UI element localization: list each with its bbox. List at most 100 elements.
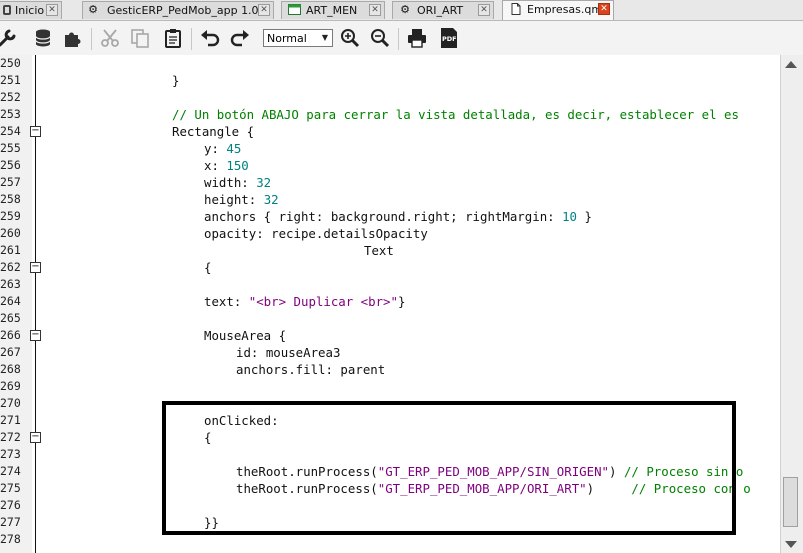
line-number: 272 [0, 430, 21, 444]
paste-icon[interactable] [161, 26, 185, 50]
code-line-258: height: 32 [204, 191, 279, 208]
code-token: text: [204, 294, 249, 309]
tab-gesticerp[interactable]: ⚙ GesticERP_PedMob_app 1.0 ✕ [82, 1, 274, 19]
line-number: 265 [0, 311, 21, 325]
line-number: 267 [0, 345, 21, 359]
code-number: 32 [263, 192, 279, 207]
tab-ori-art[interactable]: ⚙ ORI_ART ✕ [392, 1, 494, 19]
code-token: anchors { right: background.right; right… [204, 209, 563, 224]
scroll-down-arrow-icon[interactable] [785, 541, 797, 548]
code-line-256: x: 150 [204, 157, 249, 174]
gear-icon: ⚙ [88, 3, 98, 16]
code-line-261: Text [364, 243, 394, 258]
line-number: 274 [0, 464, 21, 478]
gear-icon: ⚙ [400, 3, 410, 16]
line-number-gutter: 250 251 252 253 254 255 256 257 258 259 … [0, 55, 32, 553]
fold-collapse-icon[interactable]: − [30, 126, 41, 137]
toolbar-separator [398, 28, 399, 50]
redo-icon[interactable] [228, 26, 252, 50]
code-number: 10 [562, 209, 577, 224]
line-number: 259 [0, 209, 21, 223]
code-number: 150 [226, 158, 249, 173]
code-line-259: anchors { right: background.right; right… [204, 208, 592, 225]
code-token: } [577, 209, 592, 224]
close-icon[interactable]: ✕ [598, 3, 610, 15]
code-token: height: [204, 192, 264, 207]
line-number: 270 [0, 396, 21, 410]
code-line-254: Rectangle { [172, 124, 255, 139]
chevron-down-icon: ▼ [321, 33, 328, 42]
line-number: 269 [0, 379, 21, 393]
scrollbar-thumb[interactable] [783, 477, 798, 527]
line-number: 275 [0, 481, 21, 495]
line-number: 268 [0, 362, 21, 376]
fold-collapse-icon[interactable]: − [30, 432, 41, 443]
tab-empresas-qml[interactable]: Empresas.qml ✕ [502, 0, 614, 20]
copy-icon[interactable] [128, 26, 152, 50]
close-icon[interactable]: ✕ [478, 4, 490, 16]
line-number: 258 [0, 192, 21, 206]
tab-label: GesticERP_PedMob_app 1.0 [107, 4, 259, 17]
tab-art-men[interactable]: ART_MEN ✕ [281, 1, 385, 19]
document-icon [510, 3, 522, 15]
line-number: 264 [0, 294, 21, 308]
line-number: 278 [0, 532, 21, 546]
line-number: 255 [0, 141, 21, 155]
close-icon[interactable]: ✕ [258, 4, 270, 16]
code-line-267: id: mouseArea3 [236, 345, 341, 360]
line-number: 251 [0, 73, 21, 87]
tab-label: Inicio [15, 4, 45, 17]
zoom-select[interactable]: Normal ▼ [263, 29, 333, 47]
form-icon [288, 4, 301, 16]
close-icon[interactable]: ✕ [369, 4, 381, 16]
code-line-253: // Un botón ABAJO para cerrar la vista d… [172, 107, 739, 122]
code-line-257: width: 32 [204, 174, 271, 191]
code-line-255: y: 45 [204, 140, 241, 157]
undo-icon[interactable] [198, 26, 222, 50]
line-number: 266 [0, 328, 21, 342]
tab-bar: Inicio ✕ ⚙ GesticERP_PedMob_app 1.0 ✕ AR… [0, 0, 803, 21]
tab-inicio[interactable]: Inicio ✕ [0, 1, 62, 19]
code-line-268: anchors.fill: parent [236, 362, 386, 377]
zoom-in-icon[interactable] [338, 26, 362, 50]
line-number: 260 [0, 226, 21, 240]
line-number: 262 [0, 260, 21, 274]
line-number: 254 [0, 124, 21, 138]
fold-collapse-icon[interactable]: − [30, 262, 41, 273]
toolbar-separator [91, 28, 92, 50]
database-icon[interactable] [31, 26, 55, 50]
line-number: 277 [0, 515, 21, 529]
toolbar-separator [191, 28, 192, 50]
code-number: 32 [256, 175, 272, 190]
line-number: 250 [0, 56, 21, 70]
pdf-label: PDF [442, 35, 457, 43]
app-icon [1, 4, 13, 16]
code-line-279: . [172, 548, 179, 553]
tab-label: Empresas.qml [527, 3, 606, 16]
code-token: } [397, 294, 406, 309]
code-line-264: text: "<br> Duplicar <br>"} [204, 293, 405, 310]
code-line-266: MouseArea { [204, 328, 287, 343]
wrench-icon[interactable] [0, 26, 20, 50]
print-icon[interactable] [405, 26, 429, 50]
line-number: 256 [0, 158, 21, 172]
scroll-up-arrow-icon[interactable] [785, 61, 797, 68]
line-number: 257 [0, 175, 21, 189]
zoom-out-icon[interactable] [368, 26, 392, 50]
pdf-icon[interactable]: PDF [437, 26, 461, 50]
cut-icon[interactable] [98, 26, 122, 50]
tab-label: ART_MEN [306, 4, 358, 17]
code-token: y: [204, 141, 227, 156]
line-number: 263 [0, 277, 21, 291]
line-number: 252 [0, 90, 21, 104]
line-number: 273 [0, 447, 21, 461]
code-line-260: opacity: recipe.detailsOpacity [204, 226, 428, 241]
puzzle-icon[interactable] [61, 26, 85, 50]
line-number: 271 [0, 413, 21, 427]
fold-collapse-icon[interactable]: − [30, 330, 41, 341]
code-line-250: } [172, 73, 180, 88]
code-token: width: [204, 175, 257, 190]
zoom-value: Normal [267, 32, 307, 45]
vertical-scrollbar[interactable] [780, 55, 803, 553]
close-icon[interactable]: ✕ [46, 4, 58, 16]
